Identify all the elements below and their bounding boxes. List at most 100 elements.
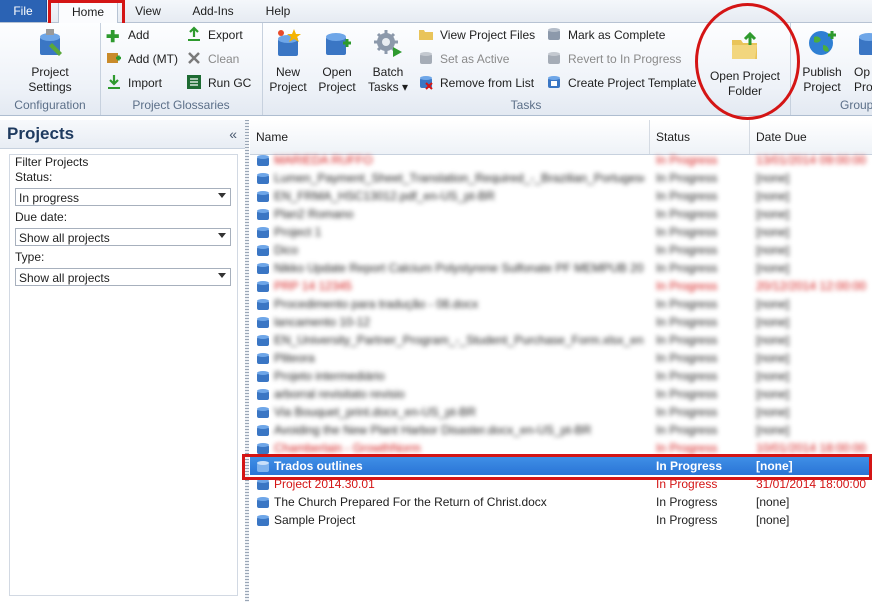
due-date-filter-value: Show all projects	[19, 231, 110, 245]
table-row[interactable]: lancamento 10-12 In Progress [none]	[250, 313, 872, 331]
table-row[interactable]: Via Bouquet_print.docx_en-US_pt-BR In Pro…	[250, 403, 872, 421]
set-as-active-button[interactable]: Set as Active	[418, 49, 509, 69]
column-header-name[interactable]: Name	[250, 120, 650, 154]
projects-panel-title: Projects	[7, 124, 75, 143]
group-project-glossaries-label: Project Glossaries	[132, 98, 230, 112]
revert-to-in-progress-button[interactable]: Revert to In Progress	[546, 49, 681, 69]
batch-tasks-label: Batch Tasks ▾	[367, 65, 409, 94]
add-glossary-button[interactable]: ✚ Add	[106, 25, 150, 46]
project-icon	[257, 263, 269, 274]
row-name: Sample Project	[274, 513, 356, 527]
remove-from-list-button[interactable]: Remove from List	[418, 73, 534, 93]
column-header-status[interactable]: Status	[650, 120, 750, 154]
plus-icon: ✚	[106, 29, 120, 46]
row-name: Trados outlines	[274, 459, 363, 473]
table-row[interactable]: Chamberlain - GrowthNorm In Progress 10/01…	[250, 439, 872, 457]
group-group: Publish Project Op Pro Group	[790, 23, 872, 115]
table-row[interactable]: Plan2 Romano In Progress [none]	[250, 205, 872, 223]
type-filter-select[interactable]: Show all projects	[15, 268, 231, 286]
row-status: In Progress	[656, 189, 718, 203]
row-date-due: [none]	[756, 297, 790, 311]
due-date-filter-label: Due date:	[15, 210, 68, 224]
project-icon	[257, 479, 269, 490]
add-label: Add	[128, 28, 150, 42]
table-row[interactable]: EN_University_Partner_Program_-_Student_…	[250, 331, 872, 349]
status-filter-select[interactable]: In progress	[15, 188, 231, 206]
tab-add-ins[interactable]: Add-Ins	[180, 0, 246, 22]
row-status: In Progress	[656, 477, 718, 491]
table-row[interactable]: Trados outlines In Progress [none]	[250, 457, 872, 475]
row-status: In Progress	[656, 225, 718, 239]
batch-tasks-button[interactable]: Batch Tasks ▾	[364, 27, 412, 95]
table-row[interactable]: Project 1 In Progress [none]	[250, 223, 872, 241]
chevron-down-icon	[218, 273, 226, 278]
run-gc-button[interactable]: Run GC	[186, 73, 251, 93]
clean-button[interactable]: Clean	[186, 49, 239, 69]
group-project-glossaries: ✚ Add Add (MT) Import Export Clean Run GC…	[100, 23, 263, 115]
tab-view[interactable]: View	[126, 0, 170, 22]
row-name: Nikko Update Report Calcium Polystyrene …	[274, 261, 644, 275]
filter-projects-box: Filter Projects Status: In progress Due …	[9, 154, 238, 596]
project-icon	[257, 191, 269, 202]
tab-home[interactable]: Home	[58, 2, 118, 24]
table-row[interactable]: Nikko Update Report Calcium Polystyrene …	[250, 259, 872, 277]
table-row[interactable]: Dico In Progress [none]	[250, 241, 872, 259]
open-project-partial-button[interactable]: Op Pro	[854, 27, 872, 95]
table-row[interactable]: The Church Prepared For the Return of Ch…	[250, 493, 872, 511]
mark-as-complete-button[interactable]: Mark as Complete	[546, 25, 665, 45]
row-date-due: [none]	[756, 225, 790, 239]
table-row[interactable]: Procedimento para tradução - 08.docx In P…	[250, 295, 872, 313]
panel-splitter[interactable]	[245, 120, 249, 602]
row-status: In Progress	[656, 387, 718, 401]
project-icon	[257, 155, 269, 166]
group-tasks: New Project Open Project Batch Tasks ▾ V…	[262, 23, 791, 115]
export-label: Export	[208, 28, 243, 42]
view-project-files-button[interactable]: View Project Files	[418, 25, 535, 45]
row-date-due: [none]	[756, 495, 790, 509]
open-project-folder-button[interactable]: Open Project Folder	[702, 31, 788, 99]
collapse-panel-icon[interactable]: «	[229, 120, 237, 148]
project-icon	[257, 227, 269, 238]
table-row[interactable]: EN_FRMA_HSC13012.pdf_en-US_pt-BR In Progr…	[250, 187, 872, 205]
group-group-label: Group	[840, 98, 872, 112]
group-configuration-label: Configuration	[14, 98, 86, 112]
row-name: PRP 14 12345	[274, 279, 352, 293]
filter-projects-title: Filter Projects	[15, 155, 89, 169]
due-date-filter-select[interactable]: Show all projects	[15, 228, 231, 246]
table-row[interactable]: arborral revisitato revisio In Progress [n…	[250, 385, 872, 403]
mark-complete-icon	[548, 28, 560, 40]
projects-grid: Name Status Date Due MARIEDA RUFFO In Pro…	[250, 120, 872, 602]
project-icon	[257, 515, 269, 526]
table-row[interactable]: Projeto intermediário In Progress [none]	[250, 367, 872, 385]
column-header-date-due[interactable]: Date Due	[750, 120, 872, 154]
run-gc-icon	[187, 75, 201, 89]
row-status: In Progress	[656, 351, 718, 365]
export-button[interactable]: Export	[186, 25, 243, 45]
tab-file[interactable]: File	[0, 0, 47, 22]
new-project-button[interactable]: New Project	[264, 27, 312, 95]
import-button[interactable]: Import	[106, 73, 162, 93]
row-date-due: [none]	[756, 189, 790, 203]
menu-bar: File Home View Add-Ins Help	[0, 0, 872, 24]
table-row[interactable]: Pliteora In Progress [none]	[250, 349, 872, 367]
group-tasks-label: Tasks	[510, 98, 542, 112]
table-row[interactable]: PRP 14 12345 In Progress 20/12/2014 12:00:…	[250, 277, 872, 295]
row-name: lancamento 10-12	[274, 315, 371, 329]
row-name: Project 1	[274, 225, 322, 239]
table-row[interactable]: MARIEDA RUFFO In Progress 13/01/2014 09:00…	[250, 151, 872, 169]
table-row[interactable]: Avoiding the New Plant Harbor Disaster.d…	[250, 421, 872, 439]
table-row[interactable]: Sample Project In Progress [none]	[250, 511, 872, 529]
project-settings-button[interactable]: Project Settings	[8, 27, 92, 95]
publish-project-button[interactable]: Publish Project	[794, 27, 850, 95]
row-name: EN_University_Partner_Program_-_Student_…	[274, 333, 644, 347]
create-project-template-button[interactable]: Create Project Template	[546, 73, 697, 93]
set-as-active-label: Set as Active	[440, 52, 510, 66]
project-icon	[257, 425, 269, 436]
add-mt-button[interactable]: Add (MT)	[106, 49, 178, 69]
tab-help[interactable]: Help	[256, 0, 300, 22]
open-project-button[interactable]: Open Project	[314, 27, 360, 95]
view-project-files-label: View Project Files	[440, 28, 536, 42]
open-folder-icon	[732, 31, 757, 59]
table-row[interactable]: Project 2014.30.01 In Progress 31/01/2014 …	[250, 475, 872, 493]
table-row[interactable]: Lumen_Payment_Sheet_Translation_Required…	[250, 169, 872, 187]
